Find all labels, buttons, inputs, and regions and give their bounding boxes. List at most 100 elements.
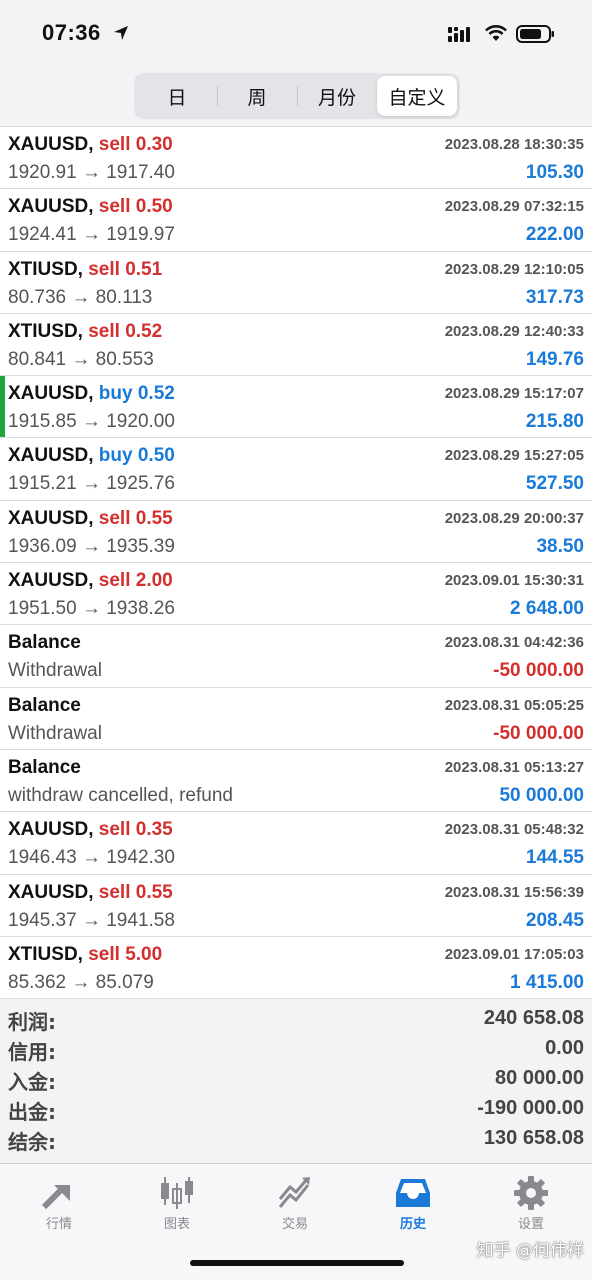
history-row[interactable]: XAUUSD, sell 2.00 2023.09.01 15:30:31 1951…: [0, 563, 592, 626]
quotes-arrows-icon: [41, 1185, 70, 1210]
segment-month[interactable]: 月份: [297, 76, 377, 116]
row-action: sell 2.00: [98, 570, 173, 592]
row-amount: -50 000.00: [493, 660, 584, 682]
row-action: sell 0.55: [98, 507, 173, 529]
row-symbol: XAUUSD,: [8, 134, 94, 155]
row-detail: 1946.43 → 1942.30: [8, 847, 175, 869]
history-row[interactable]: Balance 2023.08.31 05:13:27 withdraw cance…: [0, 750, 592, 813]
row-symbol: XTIUSD,: [8, 943, 83, 965]
location-arrow-icon: [114, 26, 128, 40]
row-title: XAUUSD, buy 0.50: [8, 445, 175, 467]
row-amount: 527.50: [525, 473, 584, 495]
row-title: XAUUSD, sell 0.55: [8, 508, 173, 530]
tab-trade[interactable]: 交易: [236, 1173, 354, 1237]
row-detail: 1951.50 → 1938.26: [8, 598, 175, 620]
summary-row: 入金: 80 000.00: [0, 1060, 592, 1094]
row-amount: 208.45: [525, 909, 584, 931]
row-title: XTIUSD, sell 0.51: [8, 259, 162, 281]
history-row[interactable]: Balance 2023.08.31 04:42:36 Withdrawal -50 …: [0, 625, 592, 688]
row-amount: 2 648.00: [510, 598, 584, 620]
row-amount: 50 000.00: [499, 784, 584, 806]
summary-row: 利润: 240 658.08: [0, 1000, 592, 1034]
row-amount: 149.76: [525, 348, 584, 370]
row-title: XTIUSD, sell 5.00: [8, 944, 162, 966]
tab-label: 交易: [281, 1217, 308, 1232]
row-symbol: XTIUSD,: [8, 320, 83, 342]
row-time: 2023.08.31 05:48:32: [444, 821, 584, 839]
history-row[interactable]: XTIUSD, sell 0.52 2023.08.29 12:40:33 80.8…: [0, 314, 592, 377]
status-time: 07:36: [42, 20, 101, 45]
row-title: Balance: [8, 757, 81, 779]
row-title: XAUUSD, sell 0.35: [8, 819, 173, 841]
trade-chart-icon: [278, 1177, 310, 1208]
home-indicator[interactable]: [190, 1260, 404, 1266]
row-time: 2023.08.29 12:10:05: [444, 260, 584, 278]
row-detail: 80.841 → 80.553: [8, 348, 154, 370]
row-time: 2023.08.29 12:40:33: [444, 322, 584, 340]
row-symbol: Balance: [8, 756, 81, 778]
tab-history[interactable]: 历史: [354, 1173, 472, 1237]
row-action: sell 0.35: [98, 819, 173, 841]
tab-quotes[interactable]: 行情: [0, 1173, 118, 1237]
row-action: buy 0.52: [98, 383, 175, 405]
period-segmented-control: 日 周 月份 自定义: [134, 73, 460, 119]
row-time: 2023.08.31 05:13:27: [444, 758, 584, 776]
history-inbox-icon: [396, 1179, 430, 1207]
app-root: 07:36 日 周 月份 自定义 XAUUSD, sell 0.30 2023.0…: [0, 0, 592, 1280]
summary-value: 80 000.00: [495, 1067, 584, 1089]
history-row[interactable]: XAUUSD, sell 0.30 2023.08.28 18:30:35 1920…: [0, 127, 592, 190]
row-action: sell 0.55: [98, 881, 173, 903]
history-row[interactable]: Balance 2023.08.31 05:05:25 Withdrawal -50 …: [0, 688, 592, 750]
row-time: 2023.08.28 18:30:35: [444, 136, 584, 153]
history-row[interactable]: XAUUSD, sell 0.50 2023.08.29 07:32:15 1924…: [0, 189, 592, 252]
row-detail: 1936.09 → 1935.39: [8, 535, 175, 557]
tab-chart[interactable]: 图表: [118, 1173, 236, 1237]
row-title: XAUUSD, buy 0.52: [8, 383, 175, 405]
row-detail: 1924.41 → 1919.97: [8, 224, 175, 246]
row-symbol: XTIUSD,: [8, 258, 83, 280]
gear-icon: [514, 1176, 548, 1210]
row-symbol: XAUUSD,: [8, 881, 94, 903]
history-row[interactable]: XTIUSD, sell 0.51 2023.08.29 12:10:05 80.7…: [0, 252, 592, 314]
row-action: sell 5.00: [88, 943, 163, 965]
row-detail: 80.736 → 80.113: [8, 286, 153, 308]
row-action: sell 0.50: [98, 196, 173, 218]
segment-day[interactable]: 日: [137, 76, 217, 116]
row-detail: 1915.85 → 1920.00: [8, 411, 175, 433]
candlestick-chart-icon: [161, 1177, 193, 1209]
history-row[interactable]: XAUUSD, sell 0.55 2023.08.31 15:56:39 1945…: [0, 875, 592, 937]
history-row[interactable]: XAUUSD, buy 0.50 2023.08.29 15:27:05 1915.…: [0, 438, 592, 501]
row-amount: 105.30: [525, 162, 584, 183]
row-time: 2023.08.29 07:32:15: [444, 198, 584, 216]
row-time: 2023.08.31 04:42:36: [444, 634, 584, 652]
summary-panel: 利润: 240 658.08 信用: 0.00 入金: 80 000.00 出金: -190 …: [0, 1000, 592, 1164]
summary-value: 240 658.08: [483, 1007, 584, 1029]
row-detail: 1915.21 → 1925.76: [8, 473, 175, 495]
tab-settings[interactable]: 设置: [472, 1173, 590, 1237]
row-symbol: XAUUSD,: [8, 445, 94, 467]
row-title: XAUUSD, sell 0.55: [8, 882, 173, 904]
row-amount: 144.55: [525, 847, 584, 869]
segment-week[interactable]: 周: [217, 76, 297, 116]
row-amount: 215.80: [525, 411, 584, 433]
segment-custom[interactable]: 自定义: [377, 76, 457, 116]
row-time: 2023.08.31 15:56:39: [444, 883, 584, 901]
history-row[interactable]: XAUUSD, sell 0.55 2023.08.29 20:00:37 1936…: [0, 501, 592, 564]
history-row[interactable]: XAUUSD, buy 0.52 2023.08.29 15:17:07 1915.…: [0, 376, 592, 439]
history-row[interactable]: XTIUSD, sell 5.00 2023.09.01 17:05:03 85.3…: [0, 937, 592, 1000]
history-row[interactable]: XAUUSD, sell 0.35 2023.08.31 05:48:32 1946…: [0, 812, 592, 875]
row-action: sell 0.52: [88, 320, 163, 342]
summary-value: -190 000.00: [477, 1097, 584, 1119]
row-time: 2023.08.29 15:27:05: [444, 447, 584, 465]
row-title: XAUUSD, sell 2.00: [8, 570, 173, 592]
summary-label: 结余:: [8, 1130, 56, 1154]
summary-row: 出金: -190 000.00: [0, 1090, 592, 1124]
row-title: Balance: [8, 695, 81, 717]
summary-row: 信用: 0.00: [0, 1030, 592, 1064]
row-symbol: XAUUSD,: [8, 383, 94, 405]
row-symbol: Balance: [8, 632, 81, 654]
row-symbol: Balance: [8, 694, 81, 716]
summary-row: 结余: 130 658.08: [0, 1120, 592, 1154]
cellular-signal-icon: [448, 27, 470, 42]
row-amount: 317.73: [525, 286, 584, 308]
